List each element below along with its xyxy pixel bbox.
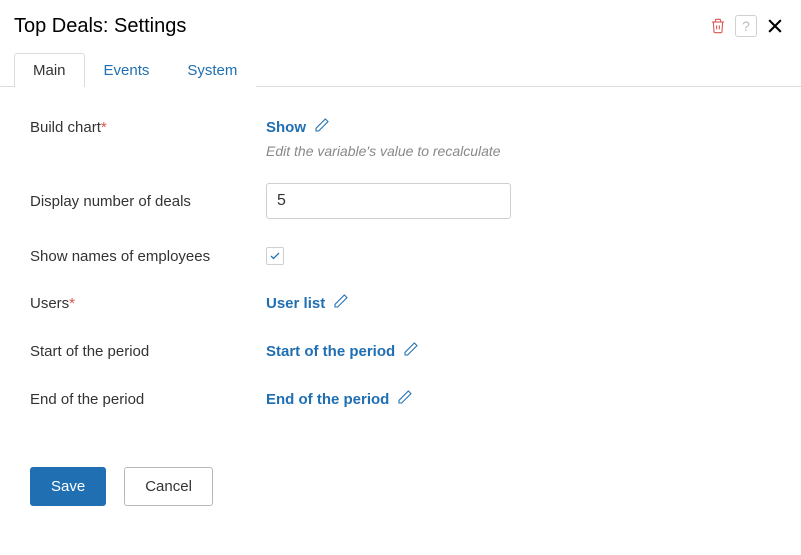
tab-events[interactable]: Events [85,53,169,87]
close-icon[interactable] [763,14,787,38]
show-names-label: Show names of employees [30,248,266,265]
display-number-label: Display number of deals [30,193,266,210]
help-icon[interactable]: ? [735,15,757,37]
delete-icon[interactable] [707,15,729,37]
display-number-input[interactable] [266,183,511,219]
end-period-value[interactable]: End of the period [266,389,413,409]
build-chart-hint: Edit the variable's value to recalculate [266,143,787,159]
save-button[interactable]: Save [30,467,106,506]
users-label: Users* [30,295,266,312]
start-period-value[interactable]: Start of the period [266,341,419,361]
show-names-checkbox[interactable] [266,247,284,265]
tab-system[interactable]: System [168,53,256,87]
tab-bar: Main Events System [0,38,801,87]
users-value[interactable]: User list [266,293,349,313]
build-chart-label-text: Build chart [30,119,101,136]
pencil-icon [403,341,419,361]
start-period-label: Start of the period [30,343,266,360]
form-buttons: Save Cancel [0,467,801,506]
cancel-button[interactable]: Cancel [124,467,213,506]
header-actions: ? [707,14,787,38]
end-period-label: End of the period [30,391,266,408]
pencil-icon [333,293,349,313]
pencil-icon [397,389,413,409]
pencil-icon [314,117,330,137]
build-chart-label: Build chart* [30,119,266,136]
build-chart-value-text: Show [266,119,306,136]
build-chart-value[interactable]: Show [266,117,330,137]
end-period-value-text: End of the period [266,391,389,408]
settings-form: Build chart* Show Edit the variable's va… [0,87,801,451]
tab-main[interactable]: Main [14,53,85,87]
start-period-value-text: Start of the period [266,343,395,360]
page-title: Top Deals: Settings [14,15,186,38]
users-value-text: User list [266,295,325,312]
users-label-text: Users [30,295,69,312]
